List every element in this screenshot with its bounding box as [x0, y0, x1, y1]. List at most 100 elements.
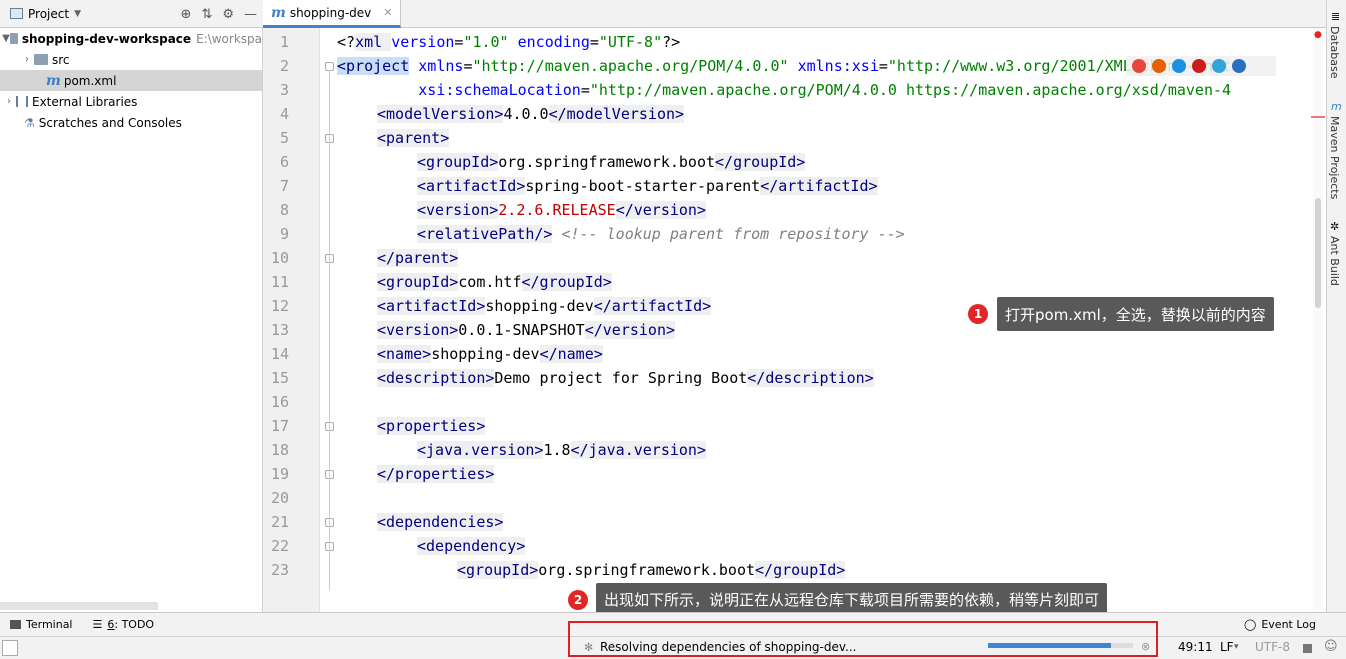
line-separator[interactable]: LF — [1220, 640, 1234, 654]
chrome-icon[interactable] — [1132, 59, 1146, 73]
chevron-down-icon[interactable]: ▼ — [2, 33, 10, 44]
event-log-button[interactable]: ◯ Event Log — [1234, 618, 1346, 631]
code-line-22: <dependency> — [417, 537, 526, 555]
database-icon: ≣ — [1331, 10, 1341, 23]
code-line-23: <groupId>org.springframework.boot</group… — [457, 561, 846, 579]
tree-item-workspace[interactable]: ▼ shopping-dev-workspace E:\workspa — [0, 28, 262, 49]
code-line-4: <modelVersion>4.0.0</modelVersion> — [377, 105, 685, 123]
horizontal-scrollbar[interactable] — [0, 602, 158, 610]
line-number: 4 — [279, 105, 289, 123]
code-line-13: <version>0.0.1-SNAPSHOT</version> — [377, 321, 676, 339]
scrollbar-thumb[interactable] — [1315, 198, 1321, 308]
scratches-icon: ⚗ — [24, 115, 35, 130]
project-view-selector[interactable]: Project ▼ — [10, 7, 81, 21]
chevron-down-icon: ▼ — [74, 8, 81, 19]
todo-button[interactable]: ☰ 6: TODO — [83, 618, 165, 631]
terminal-button[interactable]: Terminal — [0, 618, 83, 631]
maven-file-icon: m — [271, 4, 286, 21]
line-number: 11 — [270, 273, 289, 291]
inspector-icon[interactable]: ☺ — [1324, 639, 1338, 654]
right-tool-strip: ≣ Database m Maven Projects ✲ Ant Build — [1326, 0, 1346, 612]
code-line-11: <groupId>com.htf</groupId> — [377, 273, 612, 291]
editor-tabs: m shopping-dev ✕ — [263, 0, 1326, 28]
code-line-21: <dependencies> — [377, 513, 504, 531]
code-line-18: <java.version>1.8</java.version> — [417, 441, 706, 459]
ie-icon[interactable] — [1212, 59, 1226, 73]
folder-icon — [9, 33, 18, 44]
edge-icon[interactable] — [1232, 59, 1246, 73]
event-log-label: Event Log — [1261, 618, 1316, 631]
line-number: 20 — [270, 489, 289, 507]
maven-file-icon: m — [46, 72, 61, 89]
toggle-tool-windows-icon[interactable] — [2, 640, 18, 656]
folder-icon — [34, 54, 48, 65]
chevron-right-icon[interactable]: › — [20, 54, 34, 65]
code-line-14: <name>shopping-dev</name> — [377, 345, 603, 363]
lock-icon[interactable] — [1303, 644, 1312, 653]
line-number: 1 — [279, 33, 289, 51]
minimize-icon[interactable]: — — [244, 7, 257, 22]
code-line-10: </parent> — [377, 249, 459, 267]
collapse-icon[interactable]: ⇅ — [201, 7, 212, 22]
fold-guide — [329, 70, 330, 590]
tree-item-label: External Libraries — [32, 94, 138, 109]
tree-item-path: E:\workspa — [196, 31, 262, 46]
tree-item-pom[interactable]: m pom.xml — [0, 70, 262, 91]
firefox-icon[interactable] — [1152, 59, 1166, 73]
tree-item-label: src — [52, 52, 70, 67]
highlight-box — [568, 621, 1158, 657]
line-number: 21 — [270, 513, 289, 531]
line-number: 19 — [270, 465, 289, 483]
tab-label: shopping-dev — [289, 5, 372, 20]
code-line-8: <version>2.2.6.RELEASE</version> — [417, 201, 706, 219]
project-title: Project — [28, 6, 70, 21]
gear-icon[interactable]: ⚙ — [222, 7, 234, 22]
line-number: 9 — [279, 225, 289, 243]
tool-maven-projects[interactable]: Maven Projects — [1328, 116, 1341, 199]
close-icon[interactable]: ✕ — [383, 6, 392, 19]
tree-item-scratches[interactable]: ⚗ Scratches and Consoles — [0, 112, 262, 133]
tree-item-external-libraries[interactable]: › External Libraries — [0, 91, 262, 112]
tree-item-label: shopping-dev-workspace — [21, 31, 192, 46]
annotation-badge-2: 2 — [568, 590, 588, 610]
line-number: 14 — [270, 345, 289, 363]
annotation-callout-2: 出现如下所示，说明正在从远程仓库下载项目所需要的依赖，稍等片刻即可 — [596, 583, 1108, 615]
todo-label: : TODO — [114, 618, 155, 631]
opera-icon[interactable] — [1192, 59, 1206, 73]
line-number: 3 — [279, 81, 289, 99]
tree-item-src[interactable]: › src — [0, 49, 262, 70]
code-line-17: <properties> — [377, 417, 486, 435]
line-number: 10 — [270, 249, 289, 267]
line-number: 2 — [279, 57, 289, 75]
project-icon — [10, 8, 23, 19]
terminal-icon — [10, 620, 21, 629]
chevron-right-icon[interactable]: › — [2, 96, 16, 107]
chevron-down-icon: ▾ — [1234, 642, 1239, 652]
project-panel: Project ▼ ⊕ ⇅ ⚙ — ▼ shopping-dev-workspa… — [0, 0, 263, 612]
line-number: 5 — [279, 129, 289, 147]
code-line-6: <groupId>org.springframework.boot</group… — [417, 153, 806, 171]
tab-shopping-dev[interactable]: m shopping-dev ✕ — [263, 0, 402, 28]
caret-position[interactable]: 49:11 — [1178, 640, 1213, 654]
browser-preview-icons — [1126, 56, 1276, 76]
code-line-3: xsi:schemaLocation="http://maven.apache.… — [418, 81, 1232, 99]
list-icon: ☰ — [92, 618, 103, 631]
error-stripe[interactable] — [1311, 116, 1325, 118]
line-number: 22 — [270, 537, 289, 555]
line-number: 17 — [270, 417, 289, 435]
line-number: 23 — [270, 561, 289, 579]
library-icon — [16, 96, 28, 107]
line-number: 15 — [270, 369, 289, 387]
line-number: 16 — [270, 393, 289, 411]
file-encoding[interactable]: UTF-8 — [1255, 640, 1290, 654]
error-indicator-icon[interactable]: ● — [1314, 30, 1322, 40]
safari-icon[interactable] — [1172, 59, 1186, 73]
code-line-1: <?xml version="1.0" encoding="UTF-8"?> — [337, 33, 681, 51]
tool-ant-build[interactable]: Ant Build — [1328, 236, 1341, 286]
code-line-19: </properties> — [377, 465, 495, 483]
code-line-15: <description>Demo project for Spring Boo… — [377, 369, 874, 387]
ant-icon: ✲ — [1330, 220, 1340, 233]
line-number: 13 — [270, 321, 289, 339]
locate-icon[interactable]: ⊕ — [181, 7, 192, 22]
tool-database[interactable]: Database — [1328, 26, 1341, 79]
